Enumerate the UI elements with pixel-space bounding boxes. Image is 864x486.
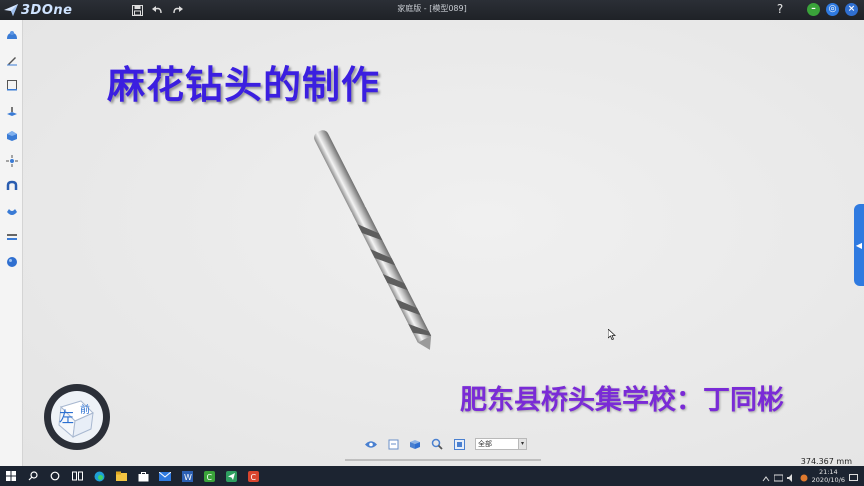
store-icon[interactable] bbox=[132, 466, 154, 486]
coordinate-readout: 374.367 mm bbox=[800, 457, 852, 466]
sketch-pen-icon[interactable] bbox=[5, 53, 18, 66]
author-caption: 肥东县桥头集学校：丁同彬 bbox=[460, 385, 784, 416]
twist-drill-model[interactable] bbox=[300, 125, 460, 370]
view-manager-icon[interactable] bbox=[387, 438, 399, 450]
svg-text:W: W bbox=[184, 473, 192, 482]
svg-text:C: C bbox=[206, 472, 212, 481]
taskbar-clock[interactable]: 21:14 2020/10/6 bbox=[812, 468, 845, 484]
basic-edit-icon[interactable] bbox=[5, 154, 18, 167]
eye-icon[interactable] bbox=[365, 438, 377, 450]
system-tray: 21:14 2020/10/6 bbox=[762, 466, 864, 486]
camtasia-recorder-icon[interactable]: C bbox=[242, 466, 264, 486]
ime-icon[interactable] bbox=[800, 467, 808, 486]
clock-time: 21:14 bbox=[818, 468, 838, 476]
task-view-icon[interactable] bbox=[66, 466, 88, 486]
feature-extrude-icon[interactable] bbox=[5, 104, 18, 117]
filter-select-value: 全部 bbox=[478, 440, 492, 448]
filter-select[interactable]: 全部 ▾ bbox=[475, 438, 527, 450]
sketch-edit-icon[interactable] bbox=[5, 78, 18, 91]
svg-text:C: C bbox=[250, 472, 256, 481]
minimize-button[interactable]: – bbox=[807, 2, 820, 16]
chevron-left-icon: ◀ bbox=[855, 240, 863, 250]
app-logo[interactable]: 3DOne bbox=[4, 3, 72, 18]
close-button[interactable]: × bbox=[845, 2, 858, 16]
windows-taskbar: W C C 21:14 2020/10/6 bbox=[0, 466, 864, 486]
word-icon[interactable]: W bbox=[176, 466, 198, 486]
view-cube-front-face[interactable]: 前 bbox=[80, 401, 90, 416]
send-app-icon[interactable] bbox=[220, 466, 242, 486]
app-logo-text: 3DOne bbox=[21, 2, 73, 18]
network-icon[interactable] bbox=[773, 467, 784, 486]
volume-icon[interactable] bbox=[786, 467, 796, 486]
view-navigator[interactable]: 左 前 bbox=[44, 384, 110, 450]
camtasia-icon[interactable]: C bbox=[198, 466, 220, 486]
screenshot-icon[interactable] bbox=[453, 438, 465, 450]
auto-absorb-icon[interactable] bbox=[5, 205, 18, 218]
left-toolbar bbox=[0, 20, 23, 466]
cortana-icon[interactable] bbox=[44, 466, 66, 486]
paper-plane-icon bbox=[4, 4, 18, 16]
title-bar: 3DOne 家庭版 - [模型089] ? – ◎ × bbox=[0, 0, 864, 20]
combine-edit-icon[interactable] bbox=[5, 179, 18, 192]
windows-start-icon[interactable] bbox=[0, 466, 22, 486]
mail-icon[interactable] bbox=[154, 466, 176, 486]
undo-icon[interactable] bbox=[150, 3, 164, 17]
mouse-cursor-icon bbox=[608, 329, 616, 340]
file-explorer-icon[interactable] bbox=[110, 466, 132, 486]
toolbar-divider bbox=[345, 459, 541, 461]
render-mode-icon[interactable] bbox=[409, 438, 421, 450]
edge-browser-icon[interactable] bbox=[88, 466, 110, 486]
quick-access-toolbar bbox=[130, 3, 184, 17]
view-toolbar: 全部 ▾ bbox=[365, 438, 527, 450]
zoom-view-icon[interactable] bbox=[431, 438, 443, 450]
redo-icon[interactable] bbox=[170, 3, 184, 17]
save-icon[interactable] bbox=[130, 3, 144, 17]
chevron-up-icon[interactable] bbox=[762, 467, 770, 486]
notification-icon[interactable] bbox=[849, 467, 858, 486]
help-button[interactable]: ? bbox=[773, 2, 787, 16]
maximize-button[interactable]: ◎ bbox=[826, 2, 839, 16]
chevron-down-icon[interactable]: ▾ bbox=[518, 439, 526, 449]
side-panel-toggle[interactable]: ◀ bbox=[854, 204, 864, 286]
search-icon[interactable] bbox=[22, 466, 44, 486]
group-icon[interactable] bbox=[5, 230, 18, 243]
view-cube-left-face[interactable]: 左 bbox=[59, 406, 74, 427]
material-render-icon[interactable] bbox=[5, 255, 18, 268]
page-heading: 麻花钻头的制作 bbox=[107, 63, 381, 107]
primitive-shapes-icon[interactable] bbox=[5, 28, 18, 41]
clock-date: 2020/10/6 bbox=[811, 476, 845, 484]
special-function-icon[interactable] bbox=[5, 129, 18, 142]
